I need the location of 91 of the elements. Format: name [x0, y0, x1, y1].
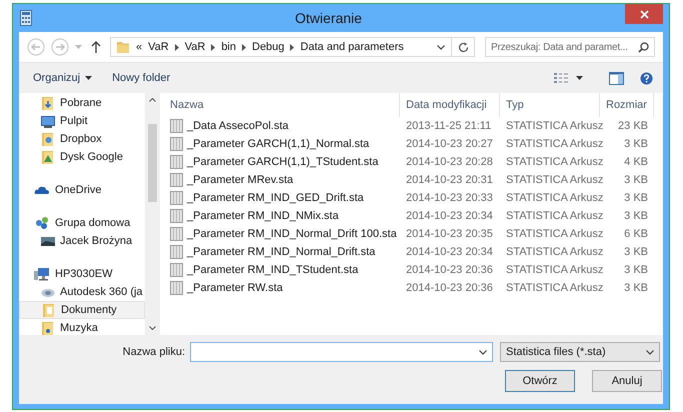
- column-header[interactable]: Nazwa: [164, 93, 400, 117]
- view-list-icon[interactable]: [554, 72, 568, 84]
- sidebar-item[interactable]: OneDrive: [19, 181, 145, 199]
- sidebar-item[interactable]: Muzyka: [19, 319, 145, 335]
- table-cell-text: 2013-11-25 21:11: [405, 120, 492, 132]
- address-bar[interactable]: « VaR VaR bin Debug Data and parameters: [110, 37, 475, 57]
- organize-menu-button[interactable]: Organizuj: [27, 70, 98, 86]
- cancel-button[interactable]: Anuluj: [592, 370, 662, 392]
- chevron-down-icon: [646, 350, 654, 354]
- window-title: Otwieranie: [294, 10, 363, 26]
- sidebar-item[interactable]: Jacek Brożyna: [19, 232, 145, 250]
- breadcrumb-item[interactable]: VaR: [148, 41, 169, 53]
- calculator-icon: [20, 10, 32, 26]
- spreadsheet-file-icon: [170, 209, 183, 223]
- close-button[interactable]: [625, 4, 663, 24]
- file-name[interactable]: _Parameter RW.sta: [187, 282, 283, 294]
- spreadsheet-file-icon: [170, 227, 183, 241]
- spreadsheet-file-icon: [170, 137, 183, 151]
- table-cell-text: 2014-10-23 20:31: [405, 174, 494, 186]
- table-cell-text: 2014-10-23 20:34: [405, 246, 494, 258]
- refresh-icon[interactable]: [458, 42, 469, 52]
- file-name[interactable]: _Parameter RM_IND_GED_Drift.sta: [187, 192, 364, 204]
- caret-icon: [85, 76, 92, 80]
- spreadsheet-file-icon: [170, 119, 183, 133]
- chevron-right-icon[interactable]: [211, 44, 216, 50]
- file-name[interactable]: _Parameter RM_IND_NMix.sta: [187, 210, 339, 222]
- sidebar-item[interactable]: Dropbox: [19, 130, 145, 148]
- table-cell-text: 2014-10-23 20:36: [405, 282, 494, 294]
- chevron-right-icon[interactable]: [242, 44, 246, 50]
- table-cell-text: 2014-10-23 20:35: [405, 228, 494, 240]
- sidebar-item[interactable]: Pulpit: [19, 112, 145, 130]
- filename-label: Nazwa pliku:: [122, 346, 185, 358]
- sidebar-item[interactable]: Dysk Google: [19, 148, 145, 166]
- breadcrumb-item[interactable]: bin: [221, 41, 236, 53]
- close-icon: [640, 10, 648, 18]
- filename-field[interactable]: [190, 342, 493, 362]
- computer-icon: [34, 267, 50, 281]
- network-icon: [34, 216, 50, 230]
- file-name[interactable]: _Data AssecoPol.sta: [187, 120, 289, 132]
- spreadsheet-file-icon: [170, 173, 183, 187]
- sidebar-item[interactable]: Dokumenty: [19, 301, 145, 319]
- folder-icon: [116, 40, 130, 54]
- chevron-right-icon[interactable]: [290, 44, 294, 50]
- file-name[interactable]: _Parameter RM_IND_TStudent.sta: [187, 264, 358, 276]
- folder-icon: [41, 132, 55, 146]
- folder-icon: [41, 96, 55, 110]
- spreadsheet-file-icon: [170, 263, 183, 277]
- column-header[interactable]: Typ: [500, 93, 600, 117]
- sidebar-item[interactable]: Autodesk 360 (ja: [19, 283, 145, 301]
- file-type-dropdown[interactable]: Statistica files (*.sta): [500, 342, 660, 362]
- monitor-icon: [41, 114, 55, 128]
- scrollbar-thumb[interactable]: [148, 124, 156, 202]
- folder-icon: [42, 302, 56, 318]
- sidebar-item[interactable]: Grupa domowa: [19, 214, 145, 232]
- spreadsheet-file-icon: [170, 281, 183, 295]
- table-cell-text: 2014-10-23 20:28: [405, 156, 494, 168]
- search-icon: [638, 42, 649, 52]
- chevron-down-icon[interactable]: [437, 44, 445, 50]
- table-cell-text: 2014-10-23 20:36: [405, 264, 494, 276]
- spreadsheet-file-icon: [170, 245, 183, 259]
- breadcrumb-item[interactable]: VaR: [184, 41, 206, 53]
- search-field[interactable]: Przeszukaj: Data and paramet...: [485, 37, 655, 57]
- folder-icon: [41, 150, 55, 164]
- chevron-right-icon[interactable]: [174, 44, 179, 50]
- breadcrumb-item[interactable]: Debug: [252, 41, 284, 53]
- breadcrumb-item[interactable]: Data and parameters: [300, 41, 404, 53]
- column-header[interactable]: Rozmiar: [600, 93, 654, 117]
- scroll-down-icon[interactable]: [148, 326, 156, 330]
- spreadsheet-file-icon: [170, 155, 183, 169]
- table-cell-text: 2014-10-23 20:34: [405, 210, 494, 222]
- table-cell-text: 2014-10-23 20:33: [405, 192, 494, 204]
- file-name[interactable]: _Parameter GARCH(1,1)_Normal.sta: [187, 138, 370, 150]
- spreadsheet-file-icon: [170, 191, 183, 205]
- file-name[interactable]: _Parameter MRev.sta: [187, 174, 294, 186]
- help-icon[interactable]: [640, 72, 653, 84]
- folder-icon: [41, 320, 55, 335]
- table-cell-text: 2014-10-23 20:27: [405, 138, 494, 150]
- new-folder-button[interactable]: Nowy folder: [106, 70, 176, 86]
- scroll-up-icon[interactable]: [148, 98, 156, 102]
- sidebar-item[interactable]: HP3030EW: [19, 265, 145, 283]
- dropdown-caret-icon[interactable]: [576, 76, 583, 80]
- preview-pane-icon[interactable]: [609, 72, 624, 84]
- chevron-down-icon[interactable]: [479, 350, 487, 354]
- file-name[interactable]: _Parameter RM_IND_Normal_Drift.sta: [187, 246, 376, 258]
- open-button[interactable]: Otwórz: [505, 370, 575, 392]
- file-name[interactable]: _Parameter RM_IND_Normal_Drift 100.sta: [187, 228, 397, 240]
- up-arrow-icon[interactable]: [91, 41, 101, 53]
- file-name[interactable]: _Parameter GARCH(1,1)_TStudent.sta: [187, 156, 378, 168]
- overflow-marker[interactable]: «: [136, 41, 142, 53]
- sidebar-item[interactable]: Pobrane: [19, 94, 145, 112]
- column-header[interactable]: Data modyfikacji: [400, 93, 500, 117]
